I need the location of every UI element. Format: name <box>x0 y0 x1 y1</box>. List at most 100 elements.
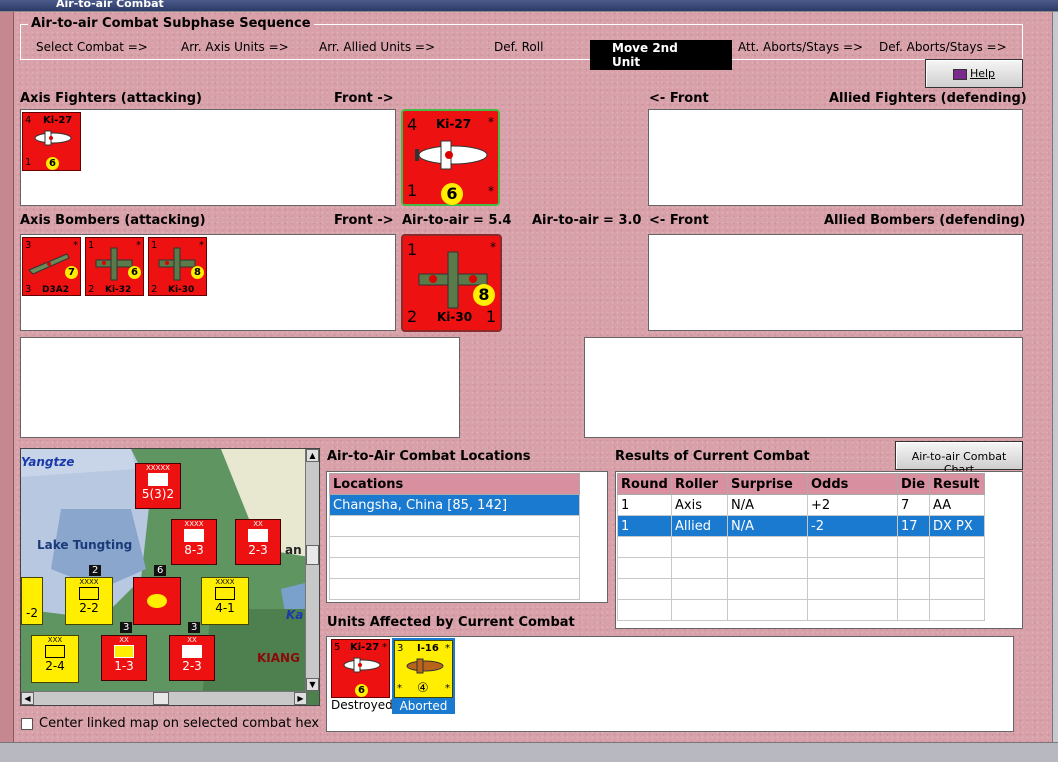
front-bomber-counter[interactable]: 1 * 8 2 Ki-30 1 <box>401 234 502 332</box>
map-ka-label: Ka <box>286 608 304 622</box>
results-row[interactable] <box>617 599 985 621</box>
location-row[interactable] <box>329 578 580 600</box>
big-counter-bl: 2 <box>407 307 418 326</box>
locations-list[interactable]: Locations Changsha, China [85, 142] <box>326 471 608 603</box>
scroll-thumb[interactable] <box>306 545 319 565</box>
affected-unit-i16[interactable]: 3 I-16 * * ④ * <box>394 640 453 698</box>
results-col-die[interactable]: Die <box>897 473 930 495</box>
location-row[interactable]: Changsha, China [85, 142] <box>329 494 580 516</box>
counter-value: ④ <box>417 681 429 696</box>
seq-arr-axis: Arr. Axis Units => <box>181 40 289 54</box>
bomber-counter-d3a2[interactable]: 3 * 7 3 D3A2 <box>22 237 81 296</box>
fighter-plane-icon <box>34 130 72 146</box>
map-unit[interactable]: XXX 2-4 <box>31 635 79 683</box>
map-horizontal-scrollbar[interactable]: ◀ ▶ <box>21 691 307 705</box>
cell-result: AA <box>929 494 985 516</box>
scroll-right-icon[interactable]: ▶ <box>294 692 307 705</box>
window-titlebar[interactable]: Air-to-air Combat <box>0 0 1058 12</box>
counter-name: Ki-27 <box>43 115 73 126</box>
counter-value: 6 <box>128 266 141 279</box>
scroll-up-icon[interactable]: ▲ <box>306 449 319 462</box>
combat-marker-icon <box>147 594 167 608</box>
map-unit-value: 8-3 <box>184 543 204 557</box>
big-counter-br: 1 <box>485 307 496 326</box>
allied-extra-box[interactable] <box>584 337 1023 438</box>
results-col-roller[interactable]: Roller <box>671 473 728 495</box>
allied-bombers-box[interactable] <box>648 234 1023 331</box>
results-row[interactable]: 1 Allied N/A -2 17 DX PX <box>617 515 985 537</box>
fighter-plane-icon <box>406 658 444 674</box>
results-col-round[interactable]: Round <box>617 473 672 495</box>
results-row[interactable] <box>617 536 985 558</box>
front-fighter-counter[interactable]: 4 Ki-27 * 1 6 * <box>401 109 500 206</box>
cell-round: 1 <box>617 515 672 537</box>
counter-value: 6 <box>46 157 59 170</box>
big-counter-name: Ki-27 <box>436 117 472 131</box>
map-unit-size: XXXX <box>79 578 99 586</box>
map-unit[interactable]: XXXXX 5(3)2 <box>135 463 181 509</box>
affected-unit-ki27[interactable]: 5 Ki-27 * 6 <box>331 639 390 698</box>
allied-fighters-box[interactable] <box>648 109 1023 206</box>
map-unit-value: 2-4 <box>45 659 65 673</box>
units-affected-title: Units Affected by Current Combat <box>327 615 575 630</box>
location-row[interactable] <box>329 515 580 537</box>
big-counter-tr: * <box>488 115 494 129</box>
fighter-plane-icon <box>343 657 381 673</box>
center-linked-checkbox[interactable] <box>21 718 33 730</box>
results-row[interactable]: 1 Axis N/A +2 7 AA <box>617 494 985 516</box>
map-unit-value: 1-3 <box>114 659 134 673</box>
map-unit[interactable]: XX 2-3 <box>169 635 215 681</box>
map-unit-size: XX <box>187 636 197 644</box>
results-row[interactable] <box>617 557 985 579</box>
axis-fighter-counter[interactable]: 4 Ki-27 1 6 <box>22 112 81 171</box>
map-stack-count: 3 <box>120 622 133 633</box>
air-to-air-chart-button[interactable]: Air-to-air Combat Chart <box>895 441 1023 476</box>
affected-status-destroyed: Destroyed <box>331 698 393 712</box>
location-row[interactable] <box>329 536 580 558</box>
linked-map[interactable]: Yangtze Lake Tungting KIANG Ka an XXXXX … <box>20 448 320 706</box>
locations-header[interactable]: Locations <box>329 473 580 495</box>
map-unit[interactable]: XXXX 4-1 <box>201 577 249 625</box>
infantry-symbol-icon <box>215 587 235 600</box>
results-table-box[interactable]: Round Roller Surprise Odds Die Result 1A… <box>615 471 1023 629</box>
help-button[interactable]: Help <box>925 59 1023 88</box>
scroll-thumb[interactable] <box>153 692 169 705</box>
results-col-result[interactable]: Result <box>929 473 985 495</box>
counter-tl: 3 <box>397 643 404 654</box>
counter-tr: * <box>136 240 141 251</box>
scroll-down-icon[interactable]: ▼ <box>306 678 319 691</box>
seq-def-aborts: Def. Aborts/Stays => <box>879 40 1007 54</box>
map-unit[interactable]: XXXX 8-3 <box>171 519 217 565</box>
map-unit-value: 4-1 <box>215 601 235 615</box>
counter-tl: 4 <box>25 115 32 126</box>
combat-hex-stack[interactable] <box>133 577 181 625</box>
map-unit[interactable]: XX 1-3 <box>101 635 147 681</box>
map-unit[interactable]: XXXX 2-2 <box>65 577 113 625</box>
bomber-counter-ki32[interactable]: 1 * 6 2 Ki-32 <box>85 237 144 296</box>
bomber-plane-icon <box>158 247 196 281</box>
counter-tr: * <box>382 642 387 653</box>
map-unit[interactable]: -2 <box>21 577 43 625</box>
counter-value: 6 <box>355 684 368 697</box>
locations-title: Air-to-Air Combat Locations <box>327 449 531 464</box>
map-unit-size: XXXX <box>215 578 235 586</box>
axis-extra-box[interactable] <box>20 337 460 438</box>
results-col-surprise[interactable]: Surprise <box>727 473 808 495</box>
cell-round: 1 <box>617 494 672 516</box>
big-counter-tr: * <box>490 240 496 254</box>
seq-move-2nd-unit: Move 2nd Unit <box>590 40 732 70</box>
map-unit[interactable]: XX 2-3 <box>235 519 281 565</box>
infantry-symbol-icon <box>182 645 202 658</box>
counter-tr: * <box>73 240 78 251</box>
counter-tr: * <box>445 643 450 654</box>
results-row[interactable] <box>617 578 985 600</box>
big-counter-bl: 1 <box>407 181 418 200</box>
map-unit-size: XX <box>253 520 263 528</box>
scroll-left-icon[interactable]: ◀ <box>21 692 34 705</box>
location-row[interactable] <box>329 557 580 579</box>
infantry-symbol-icon <box>248 529 268 542</box>
map-vertical-scrollbar[interactable]: ▲ ▼ <box>305 449 319 691</box>
bomber-counter-ki30[interactable]: 1 * 8 2 Ki-30 <box>148 237 207 296</box>
results-col-odds[interactable]: Odds <box>807 473 898 495</box>
cell-result: DX PX <box>929 515 985 537</box>
